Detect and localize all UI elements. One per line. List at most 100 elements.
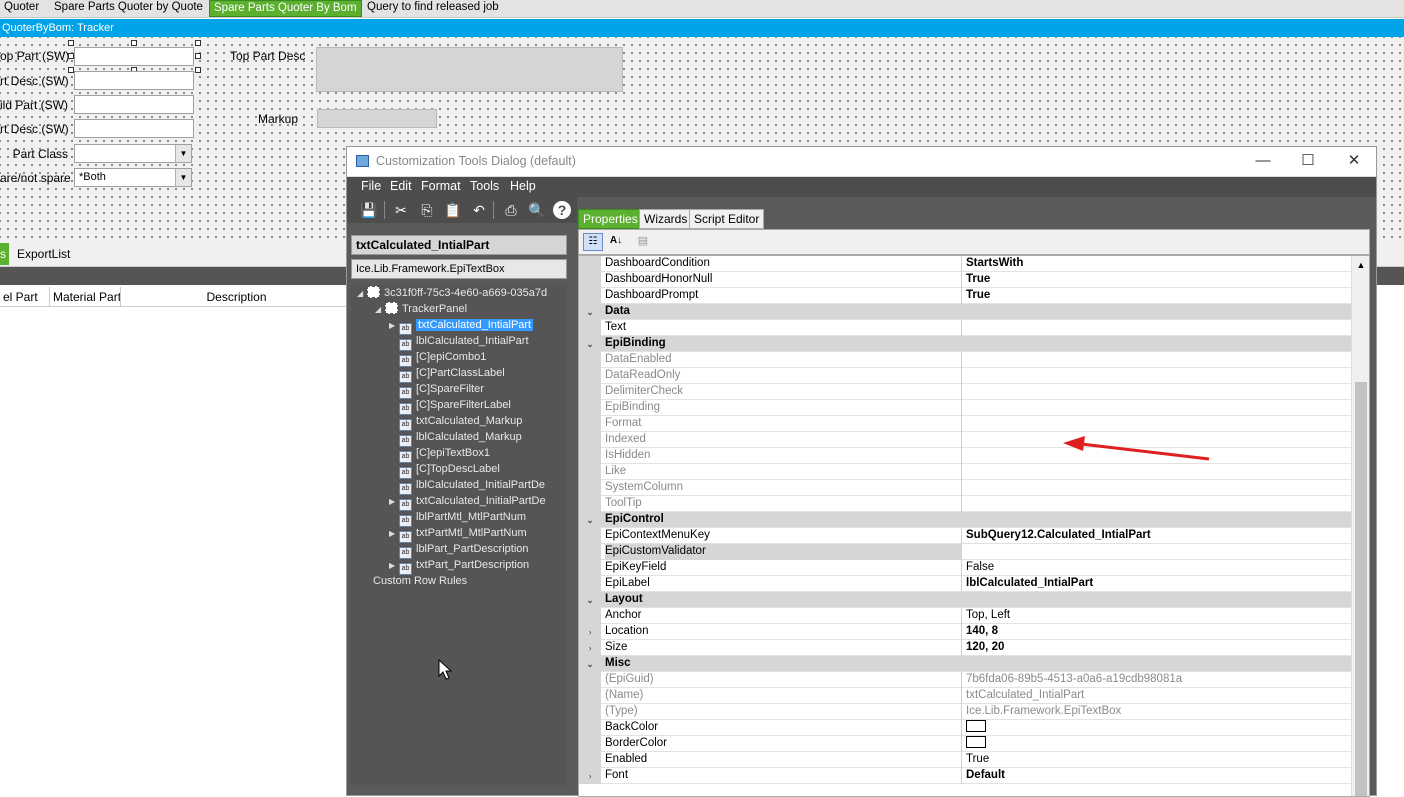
- property-value[interactable]: [966, 496, 1351, 512]
- cut-icon[interactable]: ✂: [391, 200, 411, 220]
- top-part-field[interactable]: [74, 47, 194, 66]
- property-row[interactable]: › Size 120, 20: [579, 640, 1351, 656]
- property-row[interactable]: › Font Default: [579, 768, 1351, 784]
- categorized-icon[interactable]: ☷: [583, 233, 603, 251]
- print-icon[interactable]: ⎙: [501, 200, 521, 220]
- tree-node-txtcalculated-intialpart[interactable]: ▶ ab txtCalculated_IntialPart: [389, 318, 534, 335]
- property-category[interactable]: ⌄ Misc: [579, 656, 1351, 672]
- tree-node-c-sparefilter[interactable]: ab [C]SpareFilter: [389, 382, 484, 399]
- tab-wizards[interactable]: Wizards: [639, 209, 693, 229]
- property-row[interactable]: Anchor Top, Left: [579, 608, 1351, 624]
- property-value[interactable]: 7b6fda06-89b5-4513-a0a6-a19cdb98081a: [966, 672, 1351, 688]
- tree-node-lblcalculated-initialpartde[interactable]: ab lblCalculated_InitialPartDe: [389, 478, 545, 495]
- save-icon[interactable]: 💾: [359, 200, 379, 220]
- menu-edit[interactable]: Edit: [390, 179, 412, 193]
- property-row[interactable]: IsHidden: [579, 448, 1351, 464]
- property-row[interactable]: BorderColor: [579, 736, 1351, 752]
- property-pages-icon[interactable]: ▤: [633, 233, 653, 251]
- tab-properties[interactable]: Properties: [578, 209, 643, 229]
- tab-query-released-job[interactable]: Query to find released job: [363, 0, 503, 17]
- copy-icon[interactable]: ⎘: [417, 200, 437, 220]
- sort-alphabetical-icon[interactable]: A↓: [606, 233, 626, 251]
- property-row[interactable]: › Location 140, 8: [579, 624, 1351, 640]
- tree-node-lblcalculated-intialpart[interactable]: ab lblCalculated_IntialPart: [389, 334, 529, 351]
- tree-node-panel[interactable]: ◢ TrackerPanel: [375, 302, 467, 318]
- top-part-desc-field[interactable]: [316, 47, 623, 92]
- tab-exportlist[interactable]: ExportList: [17, 247, 70, 261]
- markup-field[interactable]: [317, 109, 437, 128]
- property-row[interactable]: Text: [579, 320, 1351, 336]
- tree-node-txtpartmtl-mtlpartnum[interactable]: ▶ ab txtPartMtl_MtlPartNum: [389, 526, 527, 543]
- property-row[interactable]: Like: [579, 464, 1351, 480]
- tab-spare-parts-quoter-by-quote[interactable]: Spare Parts Quoter by Quote: [50, 0, 207, 17]
- color-swatch[interactable]: [966, 720, 986, 732]
- minimize-icon[interactable]: —: [1253, 151, 1273, 171]
- dialog-title-bar[interactable]: Customization Tools Dialog (default) — ☐…: [347, 147, 1376, 177]
- tree-node-txtcalculated-initialpartde[interactable]: ▶ ab txtCalculated_InitialPartDe: [389, 494, 546, 511]
- print-preview-icon[interactable]: 🔍: [527, 200, 547, 220]
- property-row[interactable]: EpiLabel lblCalculated_IntialPart: [579, 576, 1351, 592]
- property-row[interactable]: DashboardCondition StartsWith: [579, 256, 1351, 272]
- menu-format[interactable]: Format: [421, 179, 461, 193]
- property-row[interactable]: (EpiGuid) 7b6fda06-89b5-4513-a0a6-a19cdb9…: [579, 672, 1351, 688]
- property-value[interactable]: [966, 736, 1351, 752]
- paste-icon[interactable]: 📋: [443, 200, 463, 220]
- property-row[interactable]: SystemColumn: [579, 480, 1351, 496]
- undo-icon[interactable]: ↶: [469, 200, 489, 220]
- property-category[interactable]: ⌄ EpiControl: [579, 512, 1351, 528]
- resize-handle[interactable]: [195, 40, 201, 46]
- property-value[interactable]: [966, 368, 1351, 384]
- menu-help[interactable]: Help: [510, 179, 536, 193]
- resize-handle[interactable]: [68, 40, 74, 46]
- property-row[interactable]: DashboardPrompt True: [579, 288, 1351, 304]
- property-value[interactable]: [966, 320, 1351, 336]
- tree-node-lblpart-partdescription[interactable]: ab lblPart_PartDescription: [389, 542, 529, 559]
- part-class-combo[interactable]: ▼: [74, 144, 192, 163]
- property-row[interactable]: (Name) txtCalculated_IntialPart: [579, 688, 1351, 704]
- help-icon[interactable]: ?: [553, 201, 571, 219]
- expand-icon[interactable]: ›: [579, 768, 601, 784]
- tree-node-c-partclasslabel[interactable]: ab [C]PartClassLabel: [389, 366, 505, 383]
- collapse-icon[interactable]: ◢: [375, 302, 385, 317]
- property-row[interactable]: (Type) Ice.Lib.Framework.EpiTextBox: [579, 704, 1351, 720]
- collapse-icon[interactable]: ⌄: [579, 512, 601, 528]
- property-value[interactable]: txtCalculated_IntialPart: [966, 688, 1351, 704]
- collapse-icon[interactable]: ⌄: [579, 592, 601, 608]
- expand-icon[interactable]: ›: [579, 624, 601, 640]
- color-swatch[interactable]: [966, 736, 986, 748]
- property-row[interactable]: EpiBinding: [579, 400, 1351, 416]
- chevron-down-icon[interactable]: ▼: [175, 145, 191, 162]
- menu-tools[interactable]: Tools: [470, 179, 499, 193]
- property-row[interactable]: Enabled True: [579, 752, 1351, 768]
- property-category[interactable]: ⌄ Layout: [579, 592, 1351, 608]
- collapse-icon[interactable]: ⌄: [579, 656, 601, 672]
- col-header-description[interactable]: Description: [121, 287, 350, 307]
- resize-handle[interactable]: [131, 40, 137, 46]
- property-row[interactable]: EpiContextMenuKey SubQuery12.Calculated_I…: [579, 528, 1351, 544]
- property-row[interactable]: EpiCustomValidator: [579, 544, 1351, 560]
- property-value[interactable]: [966, 400, 1351, 416]
- part-desc-field[interactable]: [74, 71, 194, 90]
- tree-node-c-sparefilterlabel[interactable]: ab [C]SpareFilterLabel: [389, 398, 511, 415]
- tree-node-custom-row-rules[interactable]: Custom Row Rules: [373, 574, 467, 590]
- property-value[interactable]: Top, Left: [966, 608, 1351, 624]
- menu-file[interactable]: File: [361, 179, 381, 193]
- tree-node-c-epitextbox1[interactable]: ab [C]epiTextBox1: [389, 446, 490, 463]
- collapse-icon[interactable]: ⌄: [579, 336, 601, 352]
- col-header-material-part[interactable]: Material Part: [50, 287, 121, 307]
- property-value[interactable]: False: [966, 560, 1351, 576]
- scroll-thumb[interactable]: [1355, 382, 1367, 796]
- property-row[interactable]: DashboardHonorNull True: [579, 272, 1351, 288]
- property-row[interactable]: BackColor: [579, 720, 1351, 736]
- close-icon[interactable]: ✕: [1344, 151, 1364, 171]
- property-row[interactable]: DelimiterCheck: [579, 384, 1351, 400]
- resize-handle[interactable]: [195, 67, 201, 73]
- tab-spare-parts-quoter-by-bom[interactable]: Spare Parts Quoter By Bom: [209, 0, 362, 17]
- expand-icon[interactable]: ›: [579, 640, 601, 656]
- property-row[interactable]: Indexed: [579, 432, 1351, 448]
- property-value[interactable]: [966, 416, 1351, 432]
- property-category[interactable]: ⌄ Data: [579, 304, 1351, 320]
- tree-node-lblpartmtl-mtlpartnum[interactable]: ab lblPartMtl_MtlPartNum: [389, 510, 526, 527]
- tree-node-txtcalculated-markup[interactable]: ab txtCalculated_Markup: [389, 414, 522, 431]
- property-value[interactable]: True: [966, 272, 1351, 288]
